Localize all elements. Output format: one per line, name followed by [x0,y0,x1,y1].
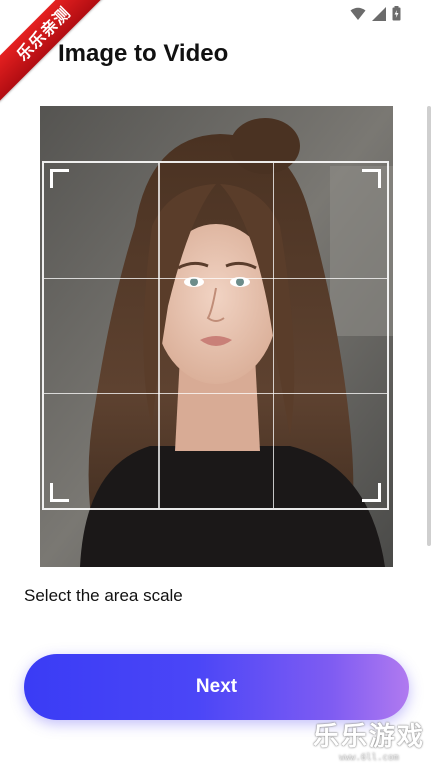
grid-line [44,392,387,395]
screen: 乐乐亲测 Image to Video Select the area scal… [0,0,433,769]
watermark-logo: 乐乐游戏 [312,722,425,752]
signal-icon [372,6,386,21]
status-icons [350,6,401,21]
next-button[interactable]: Next [24,654,409,720]
crop-handle-bottom-right[interactable] [362,483,381,502]
crop-frame[interactable] [42,161,389,510]
scrollbar[interactable] [427,106,431,546]
page-title: Image to Video [58,40,229,67]
crop-handle-bottom-left[interactable] [50,483,69,502]
wifi-icon [350,7,366,20]
grid-line [272,163,275,508]
watermark-url: www.6ll.com [339,753,399,763]
scale-label: Select the area scale [24,586,183,605]
watermark: 乐乐游戏 www.6ll.com [313,716,425,763]
grid-line [158,163,160,508]
grid-line [44,277,387,280]
crop-handle-top-left[interactable] [50,169,69,188]
crop-handle-top-right[interactable] [362,169,381,188]
image-preview[interactable] [40,106,393,567]
battery-icon [392,6,401,21]
